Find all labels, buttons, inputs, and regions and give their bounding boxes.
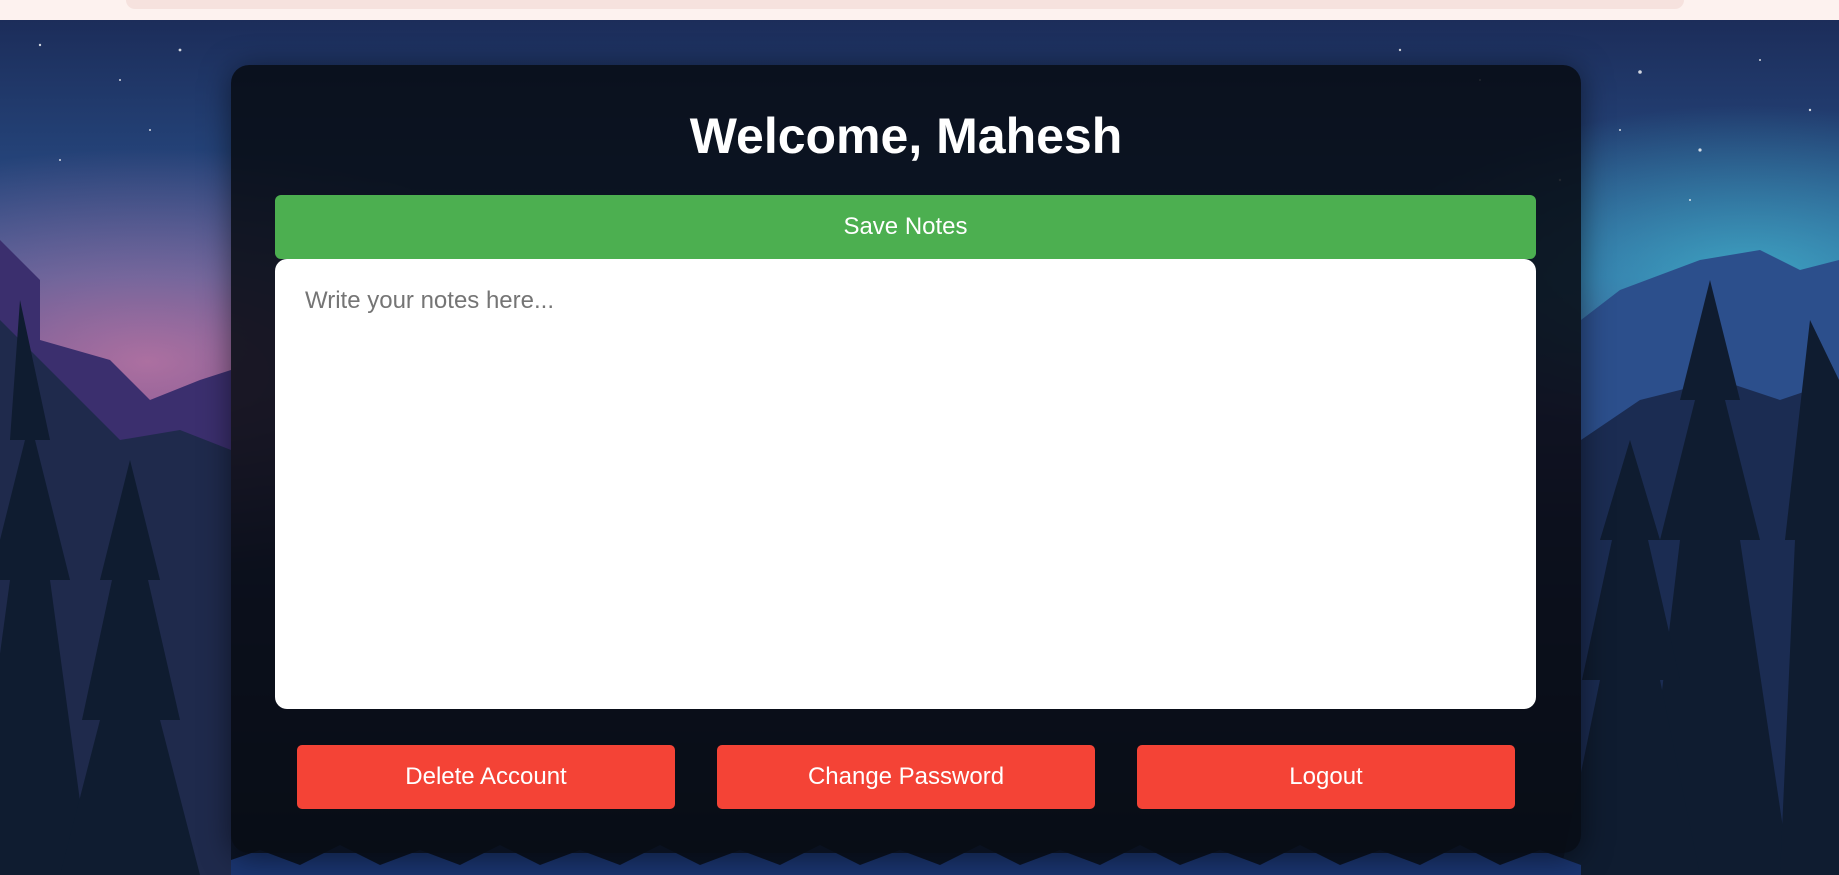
page-title: Welcome, Mahesh bbox=[689, 108, 1123, 164]
notes-card: Welcome, Mahesh Save Notes Delete Accoun… bbox=[231, 65, 1581, 853]
save-notes-button[interactable]: Save Notes bbox=[275, 195, 1536, 259]
address-bar-edge bbox=[126, 0, 1684, 9]
delete-account-button[interactable]: Delete Account bbox=[297, 745, 675, 809]
browser-top-strip bbox=[0, 0, 1839, 20]
notes-textarea[interactable] bbox=[275, 259, 1536, 709]
app-page: Welcome, Mahesh Save Notes Delete Accoun… bbox=[0, 0, 1839, 875]
change-password-button[interactable]: Change Password bbox=[717, 745, 1095, 809]
logout-button[interactable]: Logout bbox=[1137, 745, 1515, 809]
